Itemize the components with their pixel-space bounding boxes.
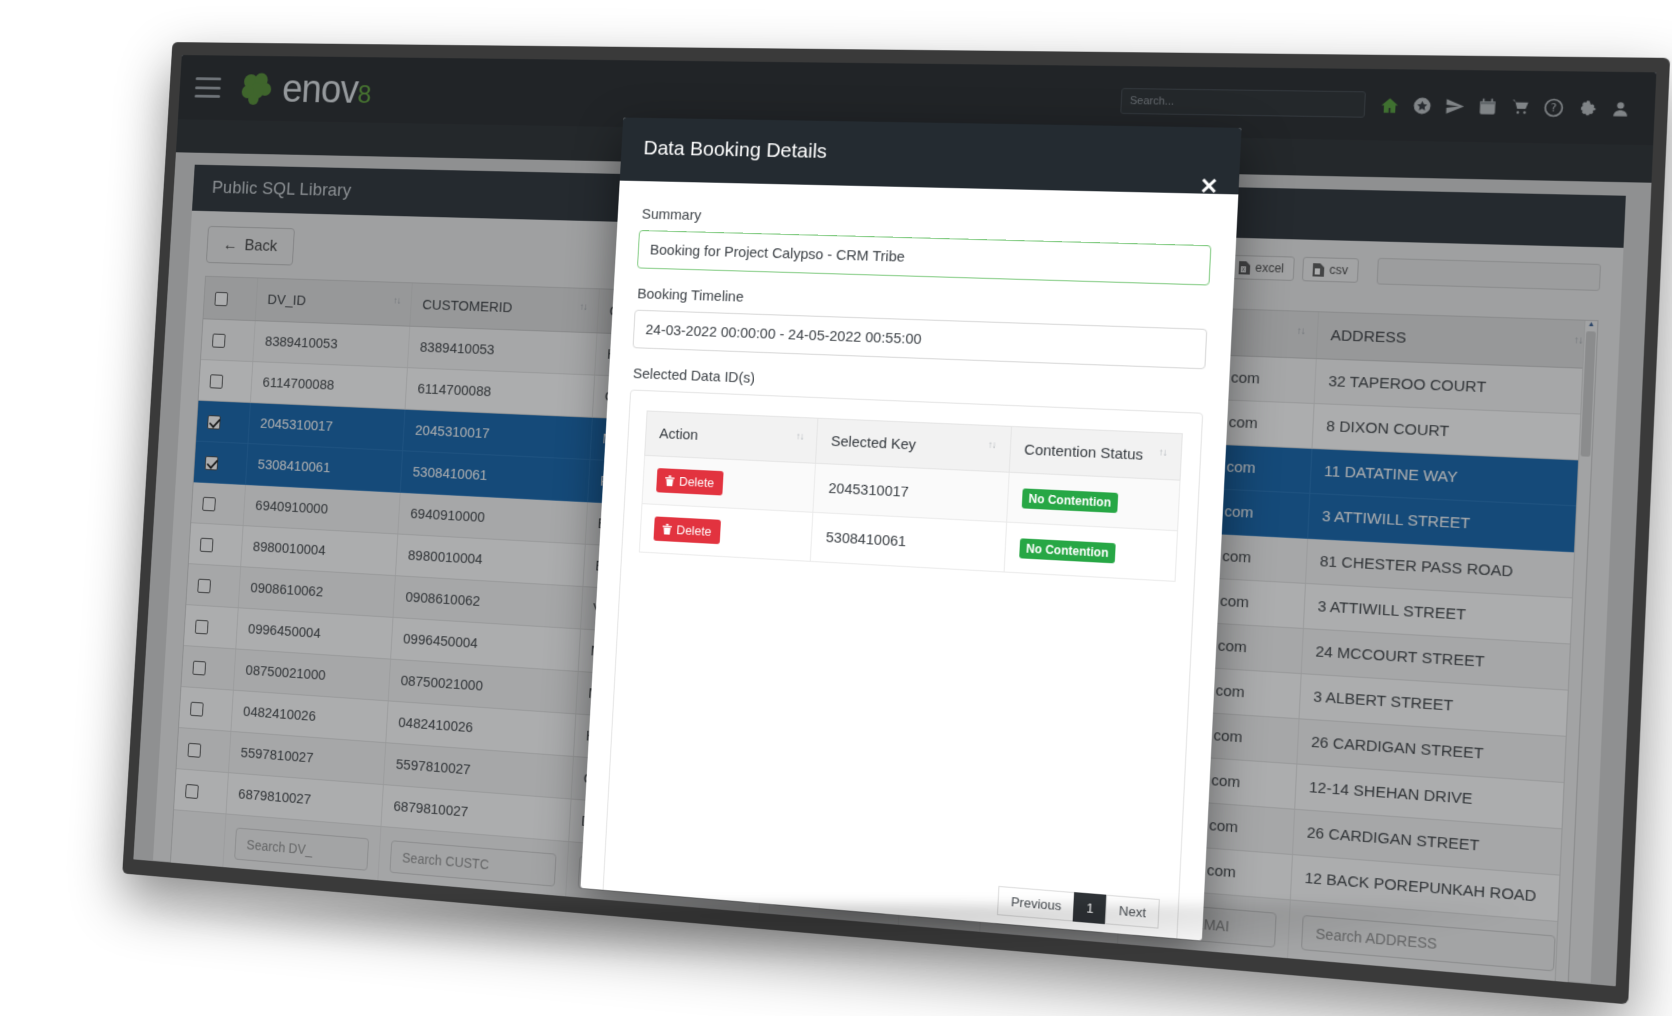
trash-icon bbox=[665, 475, 675, 487]
booking-timeline-input[interactable]: 24-03-2022 00:00:00 - 24-05-2022 00:55:0… bbox=[632, 309, 1208, 370]
close-icon[interactable]: ✕ bbox=[1199, 173, 1219, 199]
status-badge: No Contention bbox=[1021, 487, 1119, 513]
screen-shadow bbox=[120, 905, 1540, 965]
modal-cell-contention-status: No Contention bbox=[1006, 472, 1181, 531]
delete-label: Delete bbox=[676, 522, 712, 539]
sort-icon: ↑↓ bbox=[795, 431, 804, 443]
column-label: Selected Key bbox=[830, 433, 917, 454]
application-window: enov8 Search... ? Public SQL Library ← B… bbox=[133, 55, 1657, 987]
column-label: Action bbox=[658, 425, 699, 444]
monitor-frame: enov8 Search... ? Public SQL Library ← B… bbox=[122, 42, 1671, 1005]
modal-cell-contention-status: No Contention bbox=[1003, 522, 1178, 582]
data-booking-details-modal: Data Booking Details ✕ Summary Booking f… bbox=[580, 117, 1242, 941]
modal-column-action[interactable]: Action ↑↓ bbox=[644, 410, 819, 464]
modal-column-contention-status[interactable]: Contention Status ↑↓ bbox=[1008, 426, 1183, 481]
modal-cell-selected-key: 5308410061 bbox=[810, 512, 1007, 572]
column-label: Contention Status bbox=[1023, 441, 1144, 464]
status-badge: No Contention bbox=[1018, 537, 1116, 563]
summary-input[interactable]: Booking for Project Calypso - CRM Tribe bbox=[636, 229, 1212, 286]
scroll-left-icon[interactable]: ◀ bbox=[171, 869, 184, 882]
modal-title: Data Booking Details bbox=[642, 137, 828, 163]
selected-ids-card: Action ↑↓ Selected Key ↑↓ Contention Statu… bbox=[601, 389, 1204, 941]
selected-keys-table: Action ↑↓ Selected Key ↑↓ Contention Statu… bbox=[639, 410, 1183, 582]
sort-icon: ↑↓ bbox=[1158, 447, 1167, 459]
modal-cell-action[interactable]: Delete bbox=[642, 455, 816, 513]
modal-cell-action[interactable]: Delete bbox=[639, 503, 814, 562]
modal-body: Summary Booking for Project Calypso - CR… bbox=[580, 181, 1238, 941]
monitor-bezel: enov8 Search... ? Public SQL Library ← B… bbox=[133, 55, 1657, 987]
perspective-scene: enov8 Search... ? Public SQL Library ← B… bbox=[0, 0, 1672, 1016]
delete-button[interactable]: Delete bbox=[653, 516, 721, 545]
sort-icon: ↑↓ bbox=[987, 439, 997, 452]
delete-button[interactable]: Delete bbox=[656, 468, 724, 496]
screenshot-root: enov8 Search... ? Public SQL Library ← B… bbox=[0, 0, 1672, 1016]
trash-icon bbox=[662, 523, 672, 535]
delete-label: Delete bbox=[678, 473, 715, 491]
